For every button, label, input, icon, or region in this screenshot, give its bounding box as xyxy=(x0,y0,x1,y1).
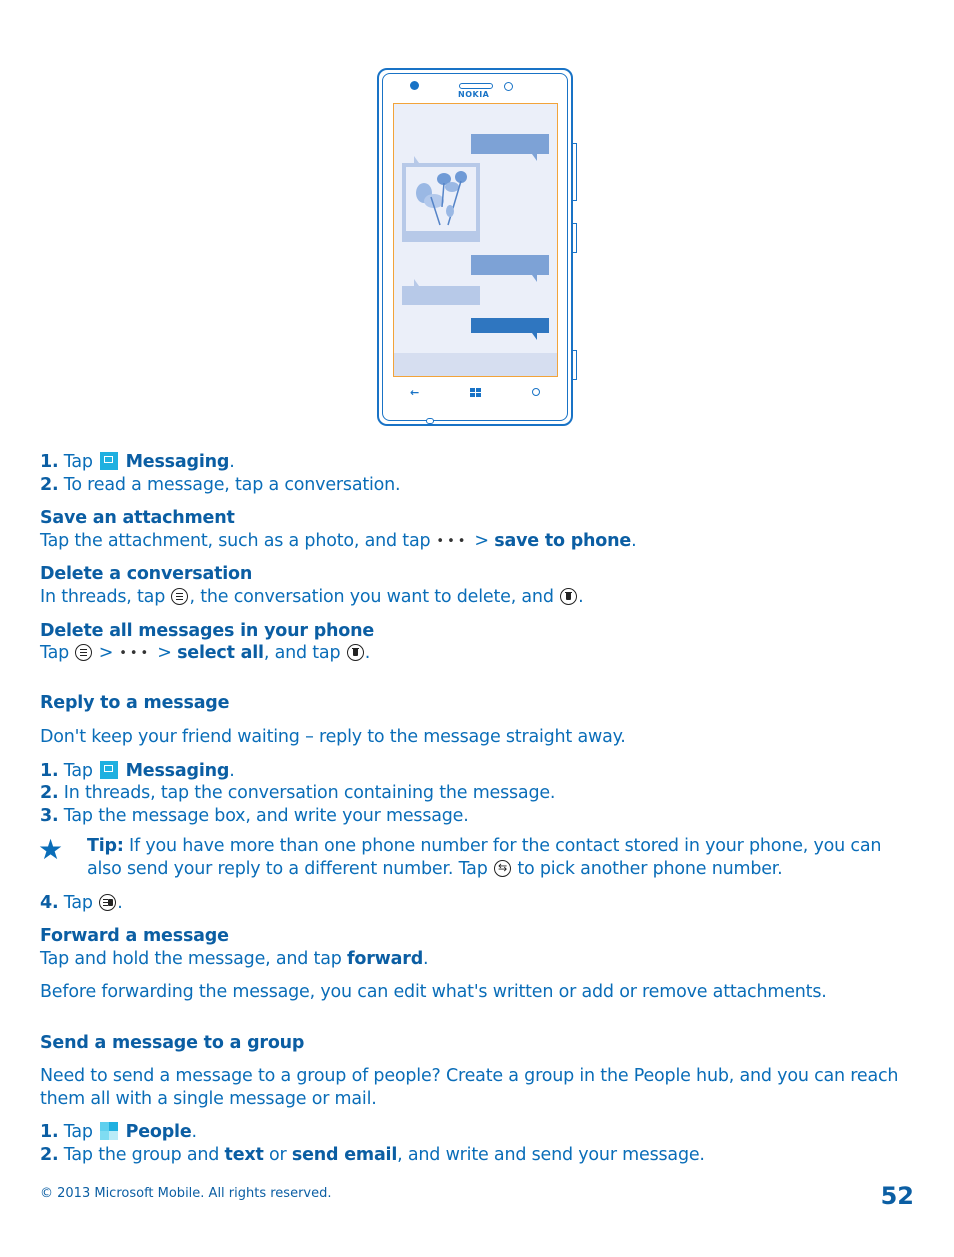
messaging-link[interactable]: Messaging xyxy=(126,761,230,781)
copyright: © 2013 Microsoft Mobile. All rights rese… xyxy=(40,1186,332,1201)
bubble-tail xyxy=(532,275,537,282)
send-email-link[interactable]: send email xyxy=(292,1145,397,1165)
heading-delete-conversation: Delete a conversation xyxy=(40,564,253,584)
message-input-bar xyxy=(394,353,557,376)
earpiece xyxy=(459,83,493,89)
search-icon xyxy=(532,388,540,396)
usb-port xyxy=(426,418,434,424)
page-number: 52 xyxy=(880,1182,914,1210)
bubble-tail xyxy=(532,333,537,340)
reply-step-2: 2. In threads, tap the conversation cont… xyxy=(40,783,556,803)
select-all-link[interactable]: select all xyxy=(177,643,264,663)
back-icon: ← xyxy=(410,386,420,399)
tip-star-icon: ★ xyxy=(38,833,64,866)
messaging-icon xyxy=(100,761,119,779)
save-attachment-instruction: Tap the attachment, such as a photo, and… xyxy=(40,531,637,551)
forward-link[interactable]: forward xyxy=(347,949,423,969)
photo-attachment xyxy=(402,163,480,242)
messaging-icon xyxy=(100,452,119,470)
step-open-messaging: 1. Tap Messaging. xyxy=(40,452,235,472)
phone-side-button xyxy=(573,143,577,201)
bubble-tail xyxy=(532,154,537,161)
group-intro-2: them all with a single message or mail. xyxy=(40,1089,377,1109)
message-bubble-active xyxy=(471,318,549,333)
phone-side-button xyxy=(573,350,577,380)
heading-reply: Reply to a message xyxy=(40,693,230,713)
reply-step-1: 1. Tap Messaging. xyxy=(40,761,235,781)
heading-save-attachment: Save an attachment xyxy=(40,508,235,528)
people-link[interactable]: People xyxy=(126,1122,192,1142)
message-bubble-sent xyxy=(471,134,549,154)
front-camera xyxy=(504,82,513,91)
messaging-link[interactable]: Messaging xyxy=(126,452,230,472)
reply-intro: Don't keep your friend waiting – reply t… xyxy=(40,727,626,747)
delete-conversation-instruction: In threads, tap , the conversation you w… xyxy=(40,587,584,607)
tip-line-1: Tip: If you have more than one phone num… xyxy=(87,836,882,856)
group-step-2: 2. Tap the group and text or send email,… xyxy=(40,1145,705,1165)
group-intro-1: Need to send a message to a group of peo… xyxy=(40,1066,899,1086)
heading-group: Send a message to a group xyxy=(40,1033,305,1053)
forward-note: Before forwarding the message, you can e… xyxy=(40,982,827,1002)
send-icon xyxy=(99,894,117,911)
windows-start-icon xyxy=(470,388,481,398)
step-read-message: 2. To read a message, tap a conversation… xyxy=(40,475,401,495)
forward-instruction: Tap and hold the message, and tap forwar… xyxy=(40,949,429,969)
reply-step-3: 3. Tap the message box, and write your m… xyxy=(40,806,469,826)
more-options-icon: ••• xyxy=(436,534,469,549)
phone-side-button xyxy=(573,223,577,253)
reply-step-4: 4. Tap . xyxy=(40,893,123,913)
brand-logo: NOKIA xyxy=(458,90,490,99)
select-list-icon xyxy=(171,588,189,605)
delete-all-instruction: Tap > ••• > select all, and tap . xyxy=(40,643,371,663)
carrier-logo-icon xyxy=(410,81,419,90)
select-list-icon xyxy=(75,644,93,661)
delete-icon xyxy=(346,644,364,661)
more-options-icon: ••• xyxy=(119,646,152,661)
message-bubble-sent xyxy=(471,255,549,275)
group-step-1: 1. Tap People. xyxy=(40,1122,197,1142)
save-to-phone-link[interactable]: save to phone xyxy=(494,531,631,551)
heading-delete-all: Delete all messages in your phone xyxy=(40,621,375,641)
flower-photo-icon xyxy=(416,171,467,226)
switch-number-icon xyxy=(493,859,511,877)
delete-icon xyxy=(560,588,578,605)
bubble-tail xyxy=(414,279,419,286)
people-icon xyxy=(100,1122,119,1140)
message-bubble-received xyxy=(402,286,480,305)
bubble-tail xyxy=(414,156,419,163)
heading-forward: Forward a message xyxy=(40,926,229,946)
tip-line-2: also send your reply to a different numb… xyxy=(87,858,783,880)
text-link[interactable]: text xyxy=(225,1145,264,1165)
